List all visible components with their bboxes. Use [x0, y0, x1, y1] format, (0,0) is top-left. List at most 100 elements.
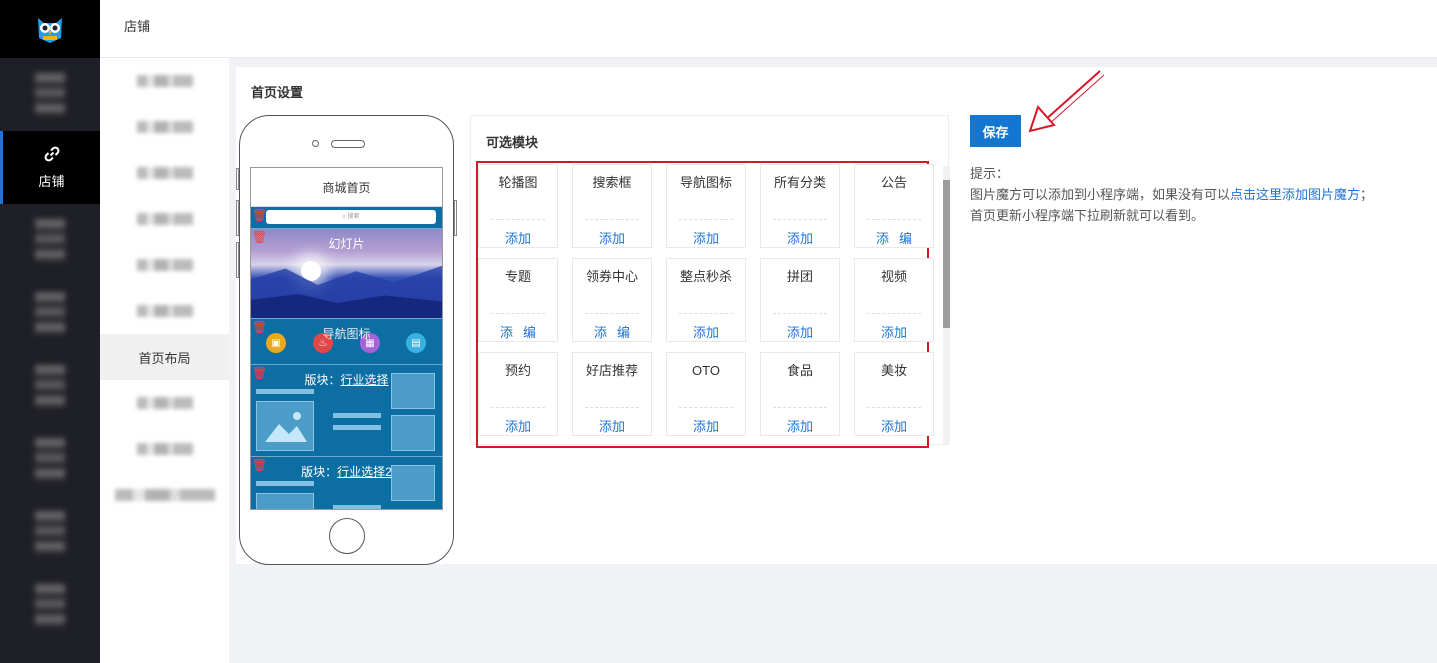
module-add-link[interactable]: 添加: [693, 419, 719, 434]
rail-item-5[interactable]: [0, 350, 100, 423]
module-actions: 添加: [667, 228, 745, 247]
subnav-item[interactable]: [100, 472, 229, 518]
block-2-link[interactable]: 行业选择2: [337, 465, 392, 479]
subnav-item[interactable]: [100, 196, 229, 242]
module-add-link[interactable]: 添加: [693, 231, 719, 246]
red-arrow-icon: [1028, 70, 1104, 133]
module-add-link[interactable]: 添加: [599, 419, 625, 434]
breadcrumb: 店铺: [124, 19, 151, 34]
save-button[interactable]: 保存: [970, 115, 1021, 147]
phone-home-button: [329, 518, 365, 554]
module-actions: 添加: [667, 322, 745, 341]
subnav-item[interactable]: [100, 288, 229, 334]
module-add-link[interactable]: 添加: [693, 325, 719, 340]
module-divider: [867, 313, 921, 314]
module-edit-link[interactable]: 编: [523, 325, 536, 340]
modules-scrollbar[interactable]: [943, 166, 950, 444]
tips-text: 图片魔方可以添加到小程序端，如果没有可以: [970, 187, 1231, 202]
rail-item-1[interactable]: [0, 58, 100, 131]
module-add-link[interactable]: 添加: [881, 419, 907, 434]
module-add-link[interactable]: 添加: [599, 231, 625, 246]
tips-title: 提示：: [970, 166, 1010, 181]
scrollbar-thumb[interactable]: [943, 180, 950, 328]
module-actions: 添加: [855, 416, 933, 435]
module-card: 所有分类 添加: [760, 164, 840, 248]
home-settings-panel: 首页设置 商城首页 🗑 ⌕ 搜索 🗑 幻灯片 🗑 ▣ ♨ ▦ ▤ 导航图标 🗑 …: [236, 67, 1437, 565]
module-add-link[interactable]: 添加: [881, 325, 907, 340]
module-name: OTO: [692, 363, 720, 378]
module-name: 搜索框: [592, 175, 632, 190]
phone-camera: [312, 140, 319, 147]
subnav-item-home-layout[interactable]: 首页布局: [100, 334, 229, 380]
module-edit-link[interactable]: 编: [617, 325, 630, 340]
subnav-item[interactable]: [100, 242, 229, 288]
rail-item-3[interactable]: [0, 204, 100, 277]
rail-item-store-label: 店铺: [38, 173, 65, 189]
rail-item-7[interactable]: [0, 496, 100, 569]
module-add-link[interactable]: 添: [500, 325, 513, 340]
module-card: 食品 添加: [760, 352, 840, 436]
module-divider: [679, 407, 733, 408]
module-card: 领券中心添编: [572, 258, 652, 342]
module-add-link[interactable]: 添: [594, 325, 607, 340]
section-block-2[interactable]: 🗑 版块：行业选择2: [251, 457, 442, 509]
module-add-link[interactable]: 添加: [505, 231, 531, 246]
module-add-link[interactable]: 添加: [787, 419, 813, 434]
module-divider: [773, 219, 827, 220]
section-nav-icons[interactable]: 🗑 ▣ ♨ ▦ ▤ 导航图标: [251, 319, 442, 365]
text-placeholder: [333, 425, 381, 430]
block-2-prefix: 版块：: [301, 465, 338, 479]
module-divider: [491, 219, 545, 220]
rail-item-store[interactable]: 店铺: [0, 131, 100, 204]
trash-icon[interactable]: 🗑: [252, 459, 267, 472]
add-image-cube-link[interactable]: 点击这里添加图片魔方: [1230, 187, 1360, 202]
rail-item-6[interactable]: [0, 423, 100, 496]
subnav-item[interactable]: [100, 150, 229, 196]
module-divider: [585, 219, 639, 220]
module-actions: 添加: [573, 416, 651, 435]
module-add-link[interactable]: 添: [876, 231, 889, 246]
trash-icon[interactable]: 🗑: [252, 209, 267, 222]
app-logo[interactable]: [0, 0, 100, 58]
subnav-item[interactable]: [100, 426, 229, 472]
module-add-link[interactable]: 添加: [787, 231, 813, 246]
module-card: 拼团 添加: [760, 258, 840, 342]
module-name: 导航图标: [679, 175, 732, 190]
subnav-item[interactable]: [100, 104, 229, 150]
module-edit-link[interactable]: 编: [899, 231, 912, 246]
section-slideshow[interactable]: 🗑 幻灯片: [251, 229, 442, 319]
module-divider: [867, 407, 921, 408]
module-actions: 添加: [479, 416, 557, 435]
section-search[interactable]: 🗑 ⌕ 搜索: [251, 207, 442, 229]
trash-icon[interactable]: 🗑: [252, 321, 267, 334]
module-actions: 添编: [855, 228, 933, 247]
phone-side-button: [236, 200, 239, 236]
trash-icon[interactable]: 🗑: [252, 367, 267, 380]
module-name: 预约: [504, 363, 531, 378]
subnav-item[interactable]: [100, 380, 229, 426]
phone-side-button: [236, 168, 239, 190]
module-divider: [491, 407, 545, 408]
phone-side-button: [236, 242, 239, 278]
image-placeholder-icon: [391, 415, 435, 451]
rail-item-4[interactable]: [0, 277, 100, 350]
section-block-1[interactable]: 🗑 版块：行业选择: [251, 365, 442, 457]
phone-screen: 商城首页 🗑 ⌕ 搜索 🗑 幻灯片 🗑 ▣ ♨ ▦ ▤ 导航图标 🗑 版块：行业…: [250, 167, 443, 510]
module-add-link[interactable]: 添加: [787, 325, 813, 340]
module-name: 轮播图: [498, 175, 538, 190]
subnav-item[interactable]: [100, 58, 229, 104]
tips: 提示： 图片魔方可以添加到小程序端，如果没有可以点击这里添加图片魔方； 首页更新…: [970, 163, 1430, 226]
page-title: 首页设置: [251, 85, 304, 100]
tips-line-2: 首页更新小程序端下拉刷新就可以看到。: [970, 208, 1205, 223]
module-card: 导航图标 添加: [666, 164, 746, 248]
module-divider: [773, 313, 827, 314]
module-add-link[interactable]: 添加: [505, 419, 531, 434]
block-1-link[interactable]: 行业选择: [341, 373, 389, 387]
image-placeholder-icon: [256, 401, 314, 451]
module-actions: 添加: [761, 322, 839, 341]
module-actions: 添加: [761, 416, 839, 435]
text-placeholder: [333, 413, 381, 418]
rail-item-8[interactable]: [0, 569, 100, 642]
trash-icon[interactable]: 🗑: [252, 231, 267, 244]
search-bar-preview: ⌕ 搜索: [266, 210, 436, 224]
